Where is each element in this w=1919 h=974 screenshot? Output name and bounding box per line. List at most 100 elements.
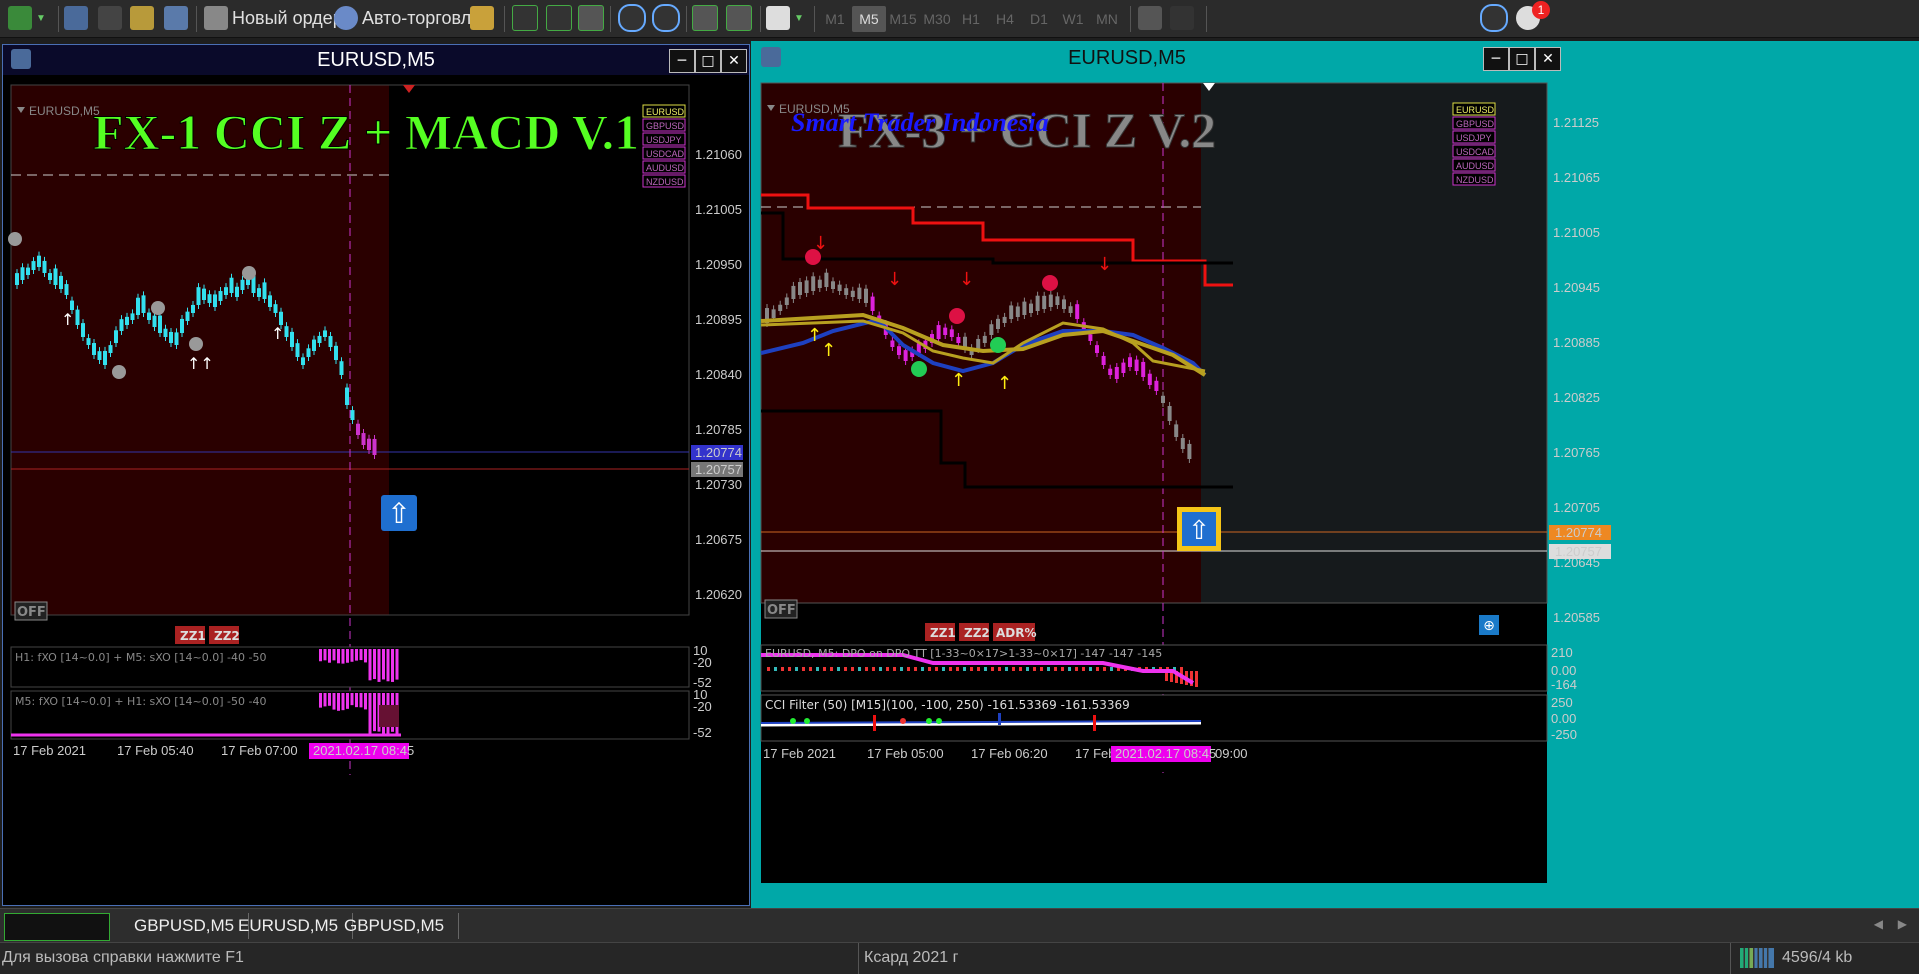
tabs-scroll-left[interactable]: ◀ [1874,917,1883,931]
candle [103,350,107,365]
histogram-bar [373,693,376,732]
histogram-bar [337,693,340,711]
candle-chart-button[interactable] [546,3,572,33]
histogram-bar [970,667,973,671]
timeframe-h4[interactable]: H4 [988,6,1022,32]
tab-gbpusd-2[interactable]: GBPUSD,M5 [330,913,460,939]
timeframe-d1[interactable]: D1 [1022,6,1056,32]
candle [1187,443,1192,459]
indicators-button[interactable]: ▼ [766,3,804,33]
candle [97,351,102,360]
candle [890,340,895,347]
left-sub1-label: H1: fXO [14~0.0] + M5: sXO [14~0.0] -40 … [15,651,266,664]
bar-chart-button[interactable] [512,3,538,33]
price-tick: 1.20945 [1553,280,1600,295]
candle [837,284,842,291]
candle [86,338,91,345]
candle [334,345,338,360]
price-tick: 1.20675 [695,532,742,547]
auto-trading-button[interactable]: Авто-торговля [334,3,481,33]
left-minimize-button[interactable]: ─ [669,49,695,73]
sell-arrow: ↓ [887,269,902,290]
histogram-bar [956,667,959,671]
line-chart-button[interactable] [578,3,604,33]
terminal-icon [164,6,188,30]
histogram-bar [328,649,331,663]
new-order-button[interactable]: Новый ордер [204,3,343,33]
left-time-tick: 17 Feb 07:00 [221,743,298,758]
timeframe-mn[interactable]: MN [1090,6,1124,32]
left-close-button[interactable]: ✕ [721,49,747,73]
main-toolbar: ▼ Новый ордер Авто-торговля ▼ M1 M5 M15 … [0,0,1919,38]
candle [328,336,333,347]
status-traffic: 4596/4 kb [1782,949,1853,966]
right-time-tick: 17 Feb [1075,746,1115,761]
price-tick: 1.20705 [1553,500,1600,515]
histogram-bar [844,667,847,671]
histogram-bar [942,667,945,671]
right-chart-canvas[interactable]: ↓ ↓ ↓ ↓ ↑ ↑ ↑ ↑ ⇧ FX-3 + CCI Z V.2 Smart… [753,73,1919,906]
histogram-bar [998,667,1001,671]
candle [92,343,96,355]
candle [798,282,802,295]
candle [897,346,901,355]
cursor-tool-button[interactable] [1138,3,1162,33]
buy-arrow: ↑ [951,370,966,391]
left-maximize-button[interactable]: □ [695,49,721,73]
price-tick: 1.20585 [1553,610,1600,625]
signal-marker [936,718,942,724]
left-symbol-label: EURUSD,M5 [29,104,100,118]
timeframe-h1[interactable]: H1 [954,6,988,32]
timeframe-m5[interactable]: M5 [852,6,886,32]
histogram-bar [386,649,390,682]
timeframe-w1[interactable]: W1 [1056,6,1090,32]
candle [15,273,19,285]
tab-active-empty[interactable] [4,913,110,941]
right-minimize-button[interactable]: ─ [1483,47,1509,71]
auto-scroll-button[interactable] [692,3,718,33]
left-zz2-label: ZZ2 [214,629,240,643]
candle [1154,380,1159,391]
candle [20,267,25,280]
zoom-in-button[interactable] [618,3,646,33]
market-watch-button[interactable] [64,3,88,33]
timeframe-m30[interactable]: M30 [920,6,954,32]
terminal-button[interactable] [164,3,188,33]
gold-bar-icon [470,6,494,30]
timeframe-m1[interactable]: M1 [818,6,852,32]
sell-arrow: ↓ [813,233,828,254]
search-button[interactable] [1480,3,1508,33]
new-chart-button[interactable]: ▼ [8,3,46,33]
gold-bar-button[interactable] [470,3,494,33]
tabs-scroll-right[interactable]: ▶ [1898,917,1907,931]
notifications-button[interactable]: 1 [1516,1,1550,33]
left-window-titlebar[interactable]: EURUSD,M5 ─ □ ✕ [3,45,749,75]
status-profile: Ксард 2021 г [864,949,959,966]
candle [218,291,223,301]
zigzag-dot [242,266,256,280]
right-maximize-button[interactable]: □ [1509,47,1535,71]
chart-shift-button[interactable] [726,3,752,33]
timeframe-m15[interactable]: M15 [886,6,920,32]
signal-marker [926,718,932,724]
candle [273,304,278,313]
zoom-in-icon [618,4,646,32]
histogram-bar [865,667,868,671]
symbol-button-label: NZDUSD [1456,175,1494,185]
left-chart-canvas[interactable]: ↑ ↑↑ ↑ ⇧ FX-1 CCI Z + MACD V.1 EURUSD,M5… [3,75,749,905]
histogram-bar [1005,667,1008,671]
histogram-bar [872,667,875,671]
right-window-titlebar[interactable]: EURUSD,M5 ─ □ ✕ [753,43,1919,73]
zoom-out-button[interactable] [652,3,680,33]
left-time-tick: 17 Feb 05:40 [117,743,194,758]
target-icon: ⊕ [1483,618,1495,634]
candle [312,339,316,351]
histogram-bar [949,667,952,671]
histogram-bar [373,649,376,680]
buy-arrow: ↑ [997,373,1012,394]
navigator-button[interactable] [130,3,154,33]
crosshair-draw-button[interactable] [1170,3,1194,33]
histogram-bar [788,667,791,671]
crosshair-tool-button[interactable] [98,3,122,33]
right-close-button[interactable]: ✕ [1535,47,1561,71]
